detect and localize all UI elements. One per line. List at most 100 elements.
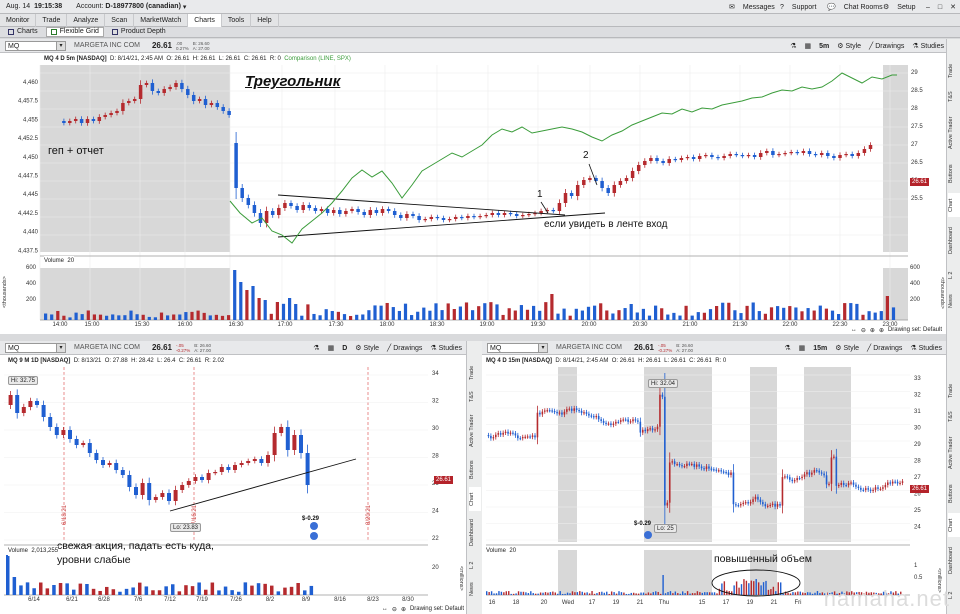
intraday-candle (490, 435, 492, 439)
daily-candle (305, 453, 310, 485)
premarket-candle (115, 111, 119, 113)
right-volume-bar (539, 592, 542, 595)
side-tab-dashboard[interactable]: Dashboard (469, 513, 481, 553)
account-selector[interactable]: D-18977800 (canadian) (105, 3, 180, 10)
style-button[interactable]: ⚙ Style (837, 42, 861, 50)
left-scroll-icon[interactable]: ↔ (382, 606, 388, 612)
main-side-tab-news[interactable]: News (948, 289, 960, 313)
tab-product-depth[interactable]: Product Depth (108, 27, 170, 37)
left-volume-bar (276, 591, 281, 595)
left-drawings-button[interactable]: ╱ Drawings (387, 344, 422, 352)
company-name: MARGETA INC COM (74, 42, 140, 49)
lower-side-tab-buttons[interactable]: Buttons (948, 479, 960, 509)
left-symbol-dropdown-icon[interactable]: ▾ (57, 342, 66, 353)
main-side-tab-buttons[interactable]: Buttons (948, 159, 960, 189)
right-symbol-dropdown-icon[interactable]: ▾ (539, 342, 548, 353)
main-side-tab-l2[interactable]: L 2 (948, 265, 960, 285)
left-zoom-in-icon[interactable]: ⊕ (401, 606, 406, 613)
lower-side-tab-active-trader[interactable]: Active Trader (948, 431, 960, 475)
left-flask-icon[interactable]: ⚗ (313, 344, 319, 352)
minimize-icon[interactable]: – (926, 4, 930, 11)
volume-bar (269, 313, 273, 320)
right-studies-button[interactable]: ⚗ Studies (910, 344, 942, 352)
left-bid-ask-block: B: 26.60 A: 27.00 (194, 342, 212, 353)
left-last-price: 26.61 (151, 343, 173, 352)
zoom-in-icon[interactable]: ⊕ (879, 327, 884, 334)
side-tab-buttons[interactable]: Buttons (469, 455, 481, 485)
drawing-set-selector[interactable]: Drawing set: Default (888, 327, 942, 333)
left-studies-button[interactable]: ⚗ Studies (430, 344, 462, 352)
right-symbol-input[interactable]: MQ (487, 342, 539, 353)
lower-side-tab-ts[interactable]: T&S (948, 407, 960, 427)
support-button[interactable]: ? Support (774, 2, 816, 12)
right-grid-settings-icon[interactable]: ▦ (799, 344, 806, 352)
symbol-input[interactable]: MQ (5, 40, 57, 51)
menu-charts[interactable]: Charts (188, 14, 222, 27)
session-candle (819, 153, 824, 155)
menu-tools[interactable]: Tools (222, 14, 252, 27)
account-dropdown-icon[interactable]: ▾ (183, 3, 187, 11)
grid-settings-icon[interactable]: ▦ (805, 42, 812, 50)
main-side-tab-active-trader[interactable]: Active Trader (948, 111, 960, 155)
lower-side-tab-dashboard[interactable]: Dashboard (948, 541, 960, 581)
intraday-candle (676, 464, 678, 466)
timeframe-selector[interactable]: 5m (819, 43, 829, 50)
daily-candle (160, 493, 165, 497)
flask-icon[interactable]: ⚗ (790, 42, 796, 50)
right-flask-icon[interactable]: ⚗ (784, 344, 790, 352)
side-tab-trade[interactable]: Trade (469, 361, 481, 385)
left-chart-area[interactable]: MQ 9 M 1D [NASDAQ] D: 8/13/21 O: 27.88 H… (0, 355, 466, 614)
left-drawing-set-selector[interactable]: Drawing set: Default (410, 606, 464, 612)
tab-flexible-grid[interactable]: Flexible Grid (45, 27, 104, 37)
right-chart-area[interactable]: MQ 4 D 15m [NASDAQ] D: 8/14/21, 2:45 AM … (482, 355, 946, 614)
left-style-button[interactable]: ⚙ Style (355, 344, 379, 352)
maximize-icon[interactable]: □ (938, 4, 942, 11)
daily-candle (140, 483, 145, 495)
studies-button[interactable]: ⚗ Studies (912, 42, 944, 50)
right-style-button[interactable]: ⚙ Style (835, 344, 859, 352)
intraday-candle (703, 468, 705, 470)
main-side-tab-ts[interactable]: T&S (948, 87, 960, 107)
side-tab-chart[interactable]: Chart (469, 487, 481, 511)
messages-button[interactable]: ✉ Messages (723, 2, 775, 12)
main-chart-area[interactable]: MQ 4 D 5m [NASDAQ] D: 8/14/21, 2:45 AM O… (0, 53, 948, 334)
close-icon[interactable]: ✕ (950, 3, 956, 11)
right-volume-bar (792, 592, 794, 595)
symbol-dropdown-icon[interactable]: ▾ (57, 40, 66, 51)
left-grid-settings-icon[interactable]: ▦ (328, 344, 335, 352)
menu-scan[interactable]: Scan (105, 14, 135, 27)
main-side-tab-dashboard[interactable]: Dashboard (948, 221, 960, 261)
right-timeframe-selector[interactable]: 15m (813, 345, 827, 352)
intraday-candle (759, 499, 762, 503)
menu-monitor[interactable]: Monitor (0, 14, 37, 27)
main-side-tab-chart[interactable]: Chart (948, 193, 960, 217)
main-side-tab-trade[interactable]: Trade (948, 59, 960, 83)
side-tab-active-trader[interactable]: Active Trader (469, 409, 481, 453)
zoom-fit-icon[interactable]: ⊕ (870, 327, 875, 334)
left-zoom-out-icon[interactable]: ⊖ (392, 606, 397, 613)
session-candle (246, 198, 251, 205)
menu-help[interactable]: Help (251, 14, 279, 27)
right-drawings-button[interactable]: ╱ Drawings (867, 344, 902, 352)
left-volume-bar (243, 582, 248, 595)
left-axis-label: 4,445 (23, 192, 39, 198)
drawings-button[interactable]: ╱ Drawings (869, 42, 904, 50)
lower-side-tab-trade[interactable]: Trade (948, 379, 960, 403)
zoom-out-icon[interactable]: ⊖ (861, 327, 866, 334)
menu-analyze[interactable]: Analyze (67, 14, 106, 27)
chat-rooms-button[interactable]: 💬 Chat Rooms (821, 2, 883, 12)
tab-charts[interactable]: Charts (4, 27, 42, 37)
lower-side-tab-chart[interactable]: Chart (948, 513, 960, 537)
left-timeframe-selector[interactable]: D (342, 345, 347, 352)
scroll-icon[interactable]: ↔ (851, 327, 857, 333)
side-tab-ts[interactable]: T&S (469, 387, 481, 407)
menu-trade[interactable]: Trade (36, 14, 68, 27)
side-tab-news[interactable]: News (469, 577, 481, 601)
side-tab-l2[interactable]: L 2 (469, 555, 481, 575)
session-candle (661, 161, 665, 163)
setup-button[interactable]: ⚙ Setup (877, 2, 916, 12)
right-volume-bar (731, 591, 733, 595)
left-symbol-input[interactable]: MQ (5, 342, 57, 353)
left-volume-bar (91, 588, 96, 595)
menu-marketwatch[interactable]: MarketWatch (134, 14, 189, 27)
